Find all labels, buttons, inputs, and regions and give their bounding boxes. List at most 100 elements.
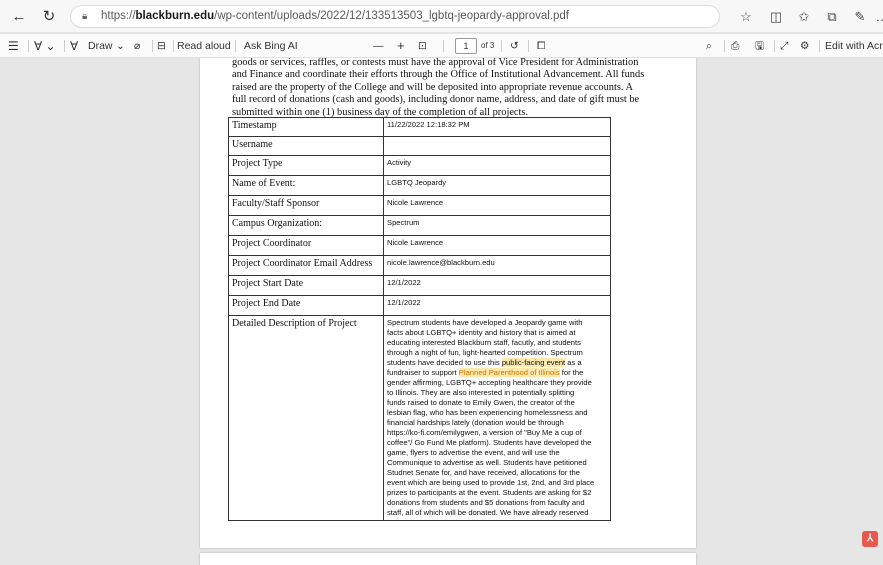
table-row: Project Start Date 12/1/2022 <box>228 275 611 296</box>
description-line: lesbian flag, who has been experiencing … <box>387 408 588 417</box>
field-label: Name of Event: <box>228 175 384 196</box>
field-value <box>383 136 611 156</box>
description-line: educating interested Blackburn staff, fa… <box>387 338 581 347</box>
field-value: 12/1/2022 <box>383 295 611 316</box>
split-screen-icon[interactable]: ◫ <box>766 7 786 27</box>
favorite-star-icon[interactable]: ☆ <box>736 7 756 27</box>
intro-line: raised are the property of the College a… <box>232 81 634 93</box>
refresh-icon[interactable]: ↻ <box>38 6 60 28</box>
separator <box>528 40 529 52</box>
intro-line: goods or services, raffles, or contests … <box>232 58 639 68</box>
acrobat-icon[interactable]: ⅄ <box>862 531 878 547</box>
separator <box>235 40 236 52</box>
table-row: Faculty/Staff Sponsor Nicole Lawrence <box>228 195 611 216</box>
separator <box>443 40 444 52</box>
description-line: game, flyers to advertise the event, and… <box>387 448 560 457</box>
settings-icon[interactable]: ⚙︎ <box>800 34 809 58</box>
zoom-in-button[interactable]: + <box>397 34 405 58</box>
separator <box>501 40 502 52</box>
description-line: coffee"/ Go Fund Me platform). Students … <box>387 438 592 447</box>
draw-chevron-icon[interactable]: ⌄ <box>116 34 125 58</box>
fit-page-icon[interactable]: ⊡ <box>418 34 427 58</box>
table-row: Project Coordinator Nicole Lawrence <box>228 235 611 256</box>
table-row: Campus Organization: Spectrum <box>228 215 611 236</box>
search-icon[interactable]: ⌕ <box>706 34 712 58</box>
back-arrow-icon[interactable]: ← <box>8 6 30 28</box>
field-label: Project Coordinator <box>228 235 384 256</box>
contents-icon[interactable]: ☰ <box>8 34 19 58</box>
browser-address-bar: ← ↻ 🔒︎ https://blackburn.edu/wp-content/… <box>0 0 883 33</box>
print-icon[interactable]: ⎙ <box>731 34 739 58</box>
description-line: to Illinois. They are also interested in… <box>387 388 575 397</box>
two-page-icon[interactable]: ⧠ <box>537 34 545 58</box>
url-path: /wp-content/uploads/2022/12/133513503_lg… <box>214 10 569 22</box>
rotate-icon[interactable]: ↺ <box>510 34 519 58</box>
erase-icon[interactable]: ⌀ <box>134 34 140 58</box>
separator <box>173 40 174 52</box>
field-label: Project End Date <box>228 295 384 316</box>
url-field[interactable]: 🔒︎ https://blackburn.edu/wp-content/uplo… <box>70 5 720 28</box>
pdf-page-2 <box>200 553 696 565</box>
field-label: Faculty/Staff Sponsor <box>228 195 384 216</box>
project-form-table: Timestamp 11/22/2022 12:18:32 PM Usernam… <box>228 117 611 521</box>
field-label: Project Type <box>228 155 384 176</box>
description-line: https://ko-fi.com/emilygwen, a version o… <box>387 428 582 437</box>
field-value: 12/1/2022 <box>383 275 611 296</box>
description-line: event which are being used to provide 1s… <box>387 478 595 487</box>
highlight-icon[interactable]: ∀ ⌄ <box>34 34 56 58</box>
field-value: Spectrum <box>383 215 611 236</box>
favorites-icon[interactable]: ✩ <box>794 7 814 27</box>
draw-button[interactable]: Draw <box>88 34 113 58</box>
more-icon[interactable]: … <box>872 7 883 27</box>
description-line: facts about LGBTQ+ identity and history … <box>387 328 576 337</box>
page-number-input[interactable]: 1 <box>455 38 477 54</box>
highlighted-text: public-facing event <box>501 358 566 367</box>
intro-line: full record of donations (cash and goods… <box>232 94 640 106</box>
read-aloud-button[interactable]: Read aloud <box>177 34 231 58</box>
description-line: prizes to participants at the event. Stu… <box>387 488 592 497</box>
field-value: LGBTQ Jeopardy <box>383 175 611 196</box>
field-value: Nicole Lawrence <box>383 235 611 256</box>
field-value: nicole.lawrence@blackburn.edu <box>383 255 611 276</box>
pdf-toolbar: ☰ ∀ ⌄ ∀ Draw ⌄ ⌀ ⊟ Read aloud Ask Bing A… <box>0 34 883 58</box>
separator <box>774 40 775 52</box>
page-total: of 3 <box>481 41 495 50</box>
separator <box>819 40 820 52</box>
pdf-viewer[interactable]: goods or services, raffles, or contests … <box>0 58 883 565</box>
description-line: fundraiser to support Planned Parenthood… <box>387 368 607 378</box>
edit-with-acrobat-button[interactable]: Edit with Acroba <box>825 34 883 58</box>
description-line: Spectrum students have developed a Jeopa… <box>387 318 583 327</box>
text-span: for the <box>559 368 584 377</box>
table-row: Project Type Activity <box>228 155 611 176</box>
description-line: through a night of fun, light-hearted co… <box>387 348 583 357</box>
field-label: Project Coordinator Email Address <box>228 255 384 276</box>
highlighted-text: Planned Parenthood of Illinois <box>458 368 560 377</box>
collections-icon[interactable]: ⧉ <box>822 7 842 27</box>
extension-icon[interactable]: ✎ <box>850 7 870 27</box>
intro-paragraph: goods or services, raffles, or contests … <box>232 58 648 119</box>
pdf-page-1: goods or services, raffles, or contests … <box>200 58 696 548</box>
description-line: gender affirming, LGBTQ+ accepting healt… <box>387 378 592 387</box>
separator <box>152 40 153 52</box>
description-line: Communique to advertise as well. Student… <box>387 458 587 467</box>
fullscreen-icon[interactable]: ⤢ <box>780 34 788 58</box>
page-view-icon[interactable]: ⊟ <box>157 34 166 58</box>
draw-icon[interactable]: ∀ <box>70 34 78 58</box>
table-row: Detailed Description of Project Spectrum… <box>228 315 611 521</box>
text-span: students have decided to use this <box>387 358 502 367</box>
description-line: Studnet Senate for, and have received, a… <box>387 468 580 477</box>
table-row: Project End Date 12/1/2022 <box>228 295 611 316</box>
url-prefix: https:// <box>101 10 136 22</box>
field-value: 11/22/2022 12:18:32 PM <box>383 117 611 137</box>
field-label: Detailed Description of Project <box>228 315 384 521</box>
intro-line: and Finance and coordinate their efforts… <box>232 69 645 81</box>
save-icon[interactable]: 🖫︎ <box>755 34 764 58</box>
field-label: Campus Organization: <box>228 215 384 236</box>
description-line: staff, all of which will be donated. We … <box>387 508 589 517</box>
description-line: funds raised to donate to Emily Gwen, th… <box>387 398 575 407</box>
ask-bing-button[interactable]: Ask Bing AI <box>244 34 298 58</box>
description-line: financial hardships lately (donation wou… <box>387 418 564 427</box>
description-line: students have decided to use this public… <box>387 358 607 368</box>
zoom-out-button[interactable]: — <box>373 34 384 58</box>
project-description: Spectrum students have developed a Jeopa… <box>383 315 611 521</box>
